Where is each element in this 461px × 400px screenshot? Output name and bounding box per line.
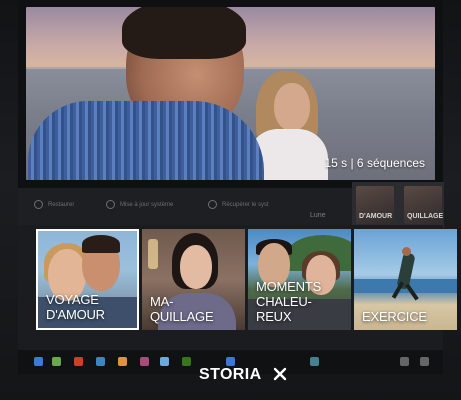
background-extra-label: Lune xyxy=(310,212,326,219)
story-preview-video[interactable]: 15 s | 6 séquences xyxy=(26,7,435,180)
story-card-label-line: EXERCICE xyxy=(362,309,427,324)
story-card-label: MA- QUILLAGE xyxy=(150,294,214,324)
story-card-voyage-amour[interactable]: VOYAGE D'AMOUR xyxy=(36,229,139,330)
story-card-label: VOYAGE D'AMOUR xyxy=(46,292,105,322)
story-card-exercice[interactable]: EXERCICE xyxy=(354,229,457,330)
close-button[interactable] xyxy=(270,364,290,384)
story-card-maquillage[interactable]: MA- QUILLAGE xyxy=(142,229,245,330)
man-hair xyxy=(122,7,246,59)
story-card-label-line: CHALEU- xyxy=(256,294,312,309)
background-thumb: D'AMOUR xyxy=(356,186,394,224)
woman-face xyxy=(274,83,310,131)
recover-icon xyxy=(208,200,217,209)
close-icon xyxy=(273,367,287,381)
story-footer-bar: STORIA xyxy=(0,356,461,394)
sync-icon xyxy=(106,200,115,209)
story-card-label-line: D'AMOUR xyxy=(46,307,105,322)
story-card-label-line: MOMENTS xyxy=(256,279,322,294)
background-thumb-label: QUILLAGE xyxy=(407,213,444,220)
story-card-label: MOMENTS CHALEU- REUX xyxy=(256,279,321,324)
story-card-label: EXERCICE xyxy=(362,309,427,324)
story-theme-list: VOYAGE D'AMOUR MA- QUILLAGE MOMENTS CHAL… xyxy=(36,229,457,331)
storia-title: STORIA xyxy=(199,366,262,383)
background-sync-label: Mise à jour système xyxy=(120,202,174,208)
preview-duration-caption: 15 s | 6 séquences xyxy=(324,156,425,170)
card-art xyxy=(180,245,212,289)
story-card-label-line: QUILLAGE xyxy=(150,309,214,324)
story-card-label-line: MA- xyxy=(150,294,174,309)
background-thumb: QUILLAGE xyxy=(404,186,444,224)
background-restore-label: Restaurer xyxy=(48,202,75,208)
card-art xyxy=(82,235,120,253)
story-card-label-line: REUX xyxy=(256,309,292,324)
man-shirt xyxy=(28,101,264,180)
restore-icon xyxy=(34,200,43,209)
story-card-moments-chaleureux[interactable]: MOMENTS CHALEU- REUX xyxy=(248,229,351,330)
background-recover-label: Récupérer le syst xyxy=(222,202,269,208)
background-thumb-label: D'AMOUR xyxy=(359,213,393,220)
card-art xyxy=(148,239,158,269)
card-art xyxy=(402,247,411,256)
background-toolbar: Restaurer Mise à jour système Récupérer … xyxy=(18,188,358,226)
story-card-label-line: VOYAGE xyxy=(46,292,99,307)
